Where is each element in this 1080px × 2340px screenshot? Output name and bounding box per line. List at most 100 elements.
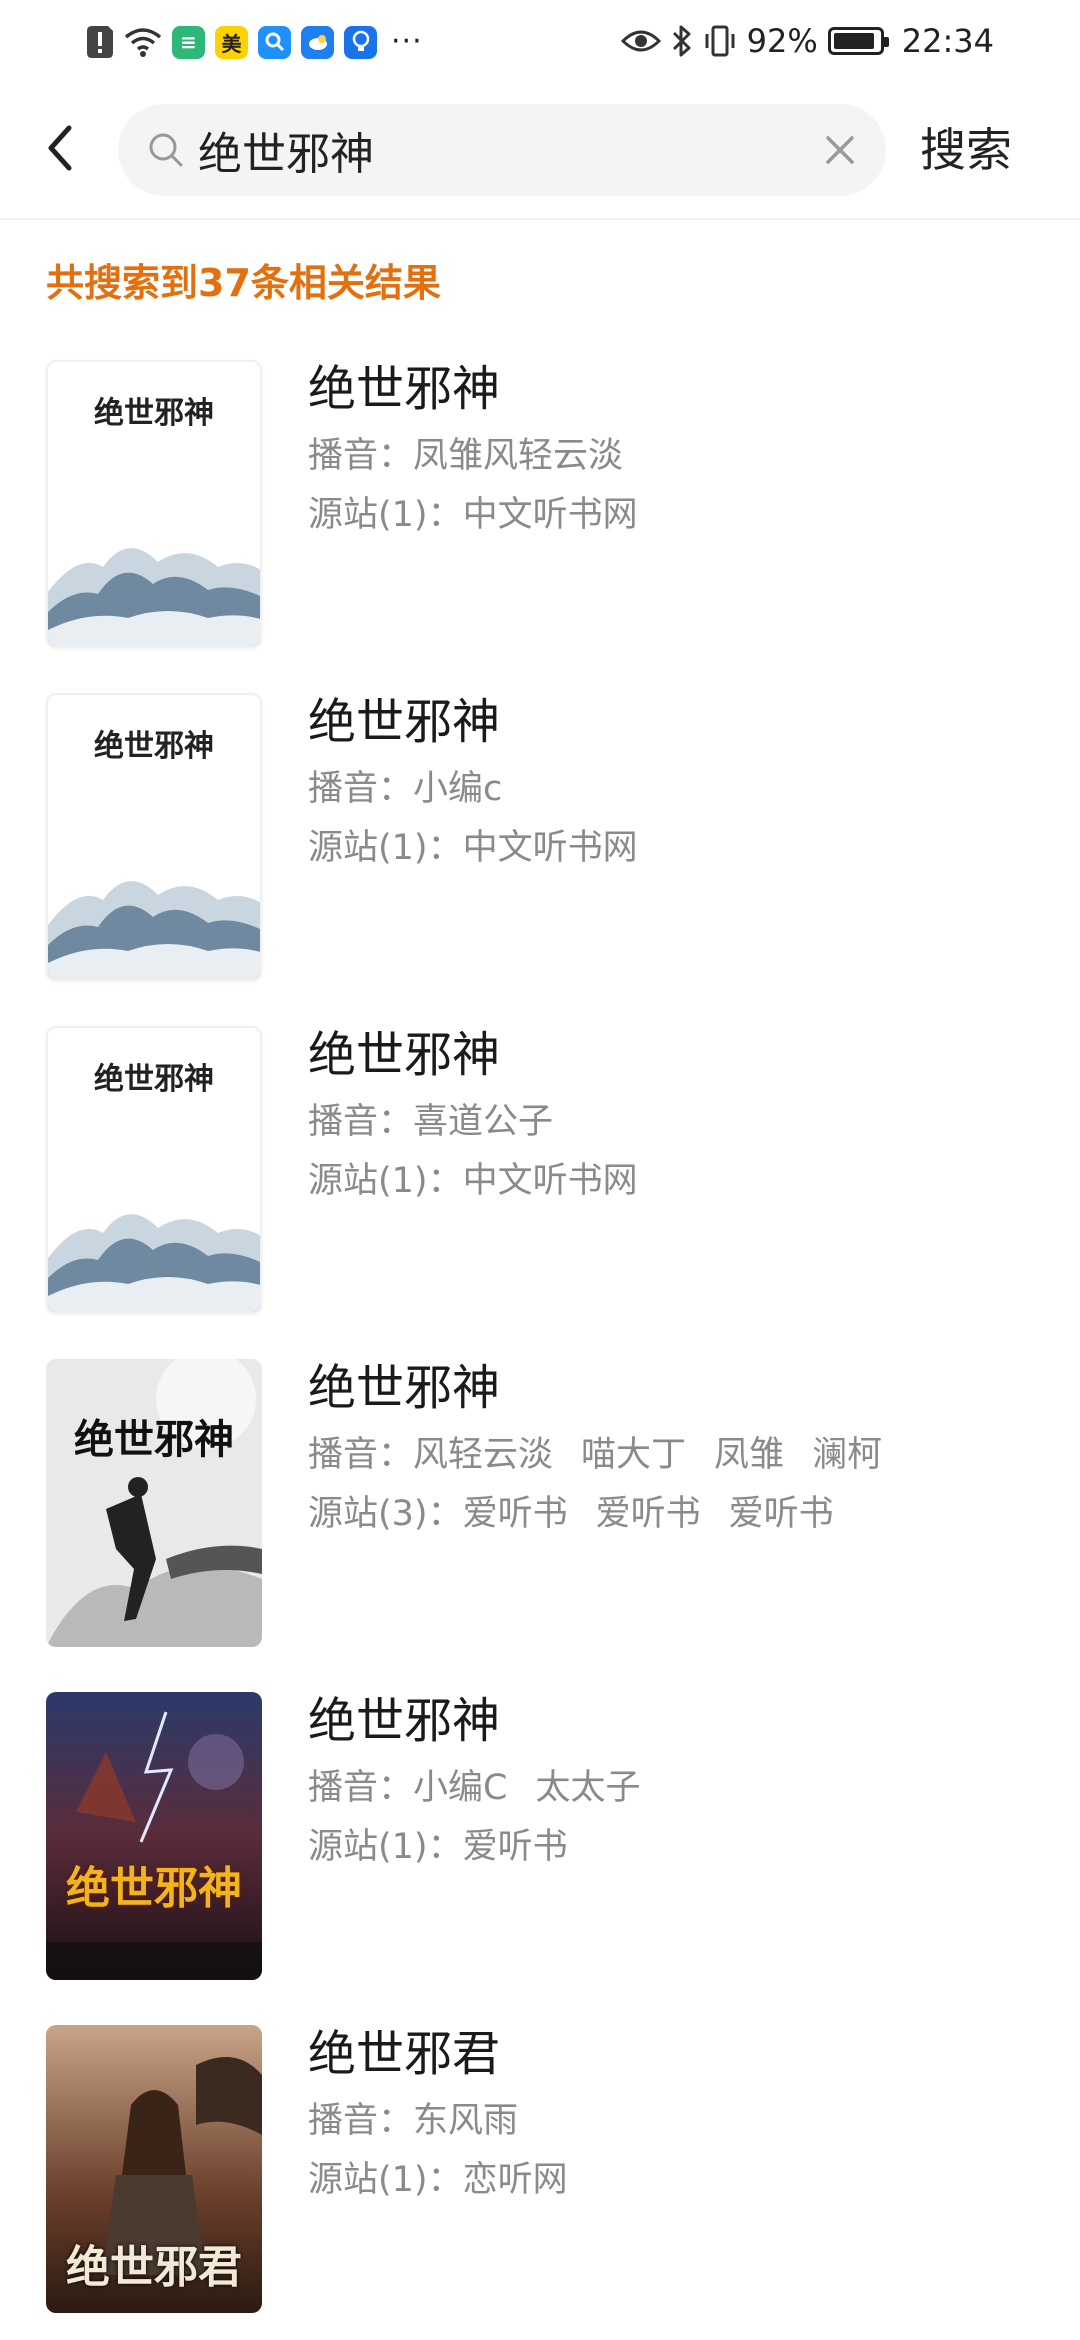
cover-title: 绝世邪神 (94, 729, 214, 764)
source-value: 中文听书网 (462, 828, 638, 868)
cover-title: 绝世邪神 (66, 1863, 242, 1914)
source-value: 爱听书 (595, 1494, 701, 1534)
narrator: 播音：凤雏风轻云淡 (308, 434, 1048, 479)
source-label: 源站(3)： (308, 1494, 463, 1534)
result-item[interactable]: 绝世邪神 绝世邪神 播音：风轻云淡 喵大丁 凤雏 澜柯 源站(3)：爱听书 爱听书 爱听书 (0, 1339, 1080, 1672)
narrator-value: 小编c (413, 769, 503, 809)
book-cover: 绝世邪神 (46, 1692, 262, 1980)
result-info: 绝世邪神 播音：喜道公子 源站(1)：中文听书网 (308, 1024, 1048, 1204)
alert-notification-icon (87, 26, 113, 58)
narrator-value: 喵大丁 (581, 1435, 687, 1475)
app-meituan-icon: 美 (215, 25, 248, 59)
more-notifications-icon: ··· (391, 24, 423, 59)
result-info: 绝世邪神 播音：凤雏风轻云淡 源站(1)：中文听书网 (308, 358, 1048, 538)
narrator: 播音：小编c (308, 767, 1048, 812)
result-info: 绝世邪神播音：小编C 太太子源站(1)：爱听书 (308, 1690, 1048, 1870)
battery-icon (827, 27, 889, 55)
result-item[interactable]: 绝世邪君 绝世邪君 播音：东风雨 源站(1)：恋听网 (0, 2005, 1080, 2338)
narrator: 播音：喜道公子 (308, 1100, 1048, 1145)
result-item[interactable]: 绝世邪神 绝世邪神 播音：小编c 源站(1)：中文听书网 (0, 673, 1080, 1006)
source-label: 源站(1)： (308, 1161, 463, 1201)
narrator-value: 太太子 (535, 1768, 641, 1808)
source-value: 中文听书网 (462, 495, 638, 535)
back-button[interactable] (30, 112, 90, 184)
app-green-icon: ≡ (172, 25, 205, 59)
book-cover: 绝世邪神 (46, 360, 262, 648)
cover-title: 绝世邪君 (66, 2242, 242, 2293)
system-indicators: 92% 22:34 (620, 18, 994, 64)
source: 源站(1)：中文听书网 (308, 1159, 1048, 1204)
narrator-label: 播音： (308, 1435, 414, 1475)
clear-icon[interactable] (820, 130, 860, 170)
narrator: 播音：风轻云淡 喵大丁 凤雏 澜柯 (308, 1433, 1048, 1478)
result-count: 共搜索到37条相关结果 (46, 261, 441, 305)
source: 源站(1)：恋听网 (308, 2158, 1048, 2203)
search-input[interactable] (198, 114, 798, 186)
source: 源站(1)：中文听书网 (308, 826, 1048, 871)
search-icon (149, 133, 183, 167)
bluetooth-icon (672, 25, 691, 57)
battery-percentage: 92% (746, 22, 818, 60)
narrator-value: 东风雨 (413, 2101, 519, 2141)
narrator-label: 播音： (308, 1768, 414, 1808)
result-list: 绝世邪神 绝世邪神 播音：凤雏风轻云淡 源站(1)：中文听书网 绝世邪神 绝世邪神 播音：小… (0, 340, 1080, 2338)
book-title: 绝世邪神 (308, 1360, 501, 1416)
result-info: 绝世邪神 播音：风轻云淡 喵大丁 凤雏 澜柯 源站(3)：爱听书 爱听书 爱听书 (308, 1357, 1048, 1537)
source-label: 源站(1)： (308, 2160, 463, 2200)
result-item[interactable]: 绝世邪神 绝世邪神 播音：凤雏风轻云淡 源站(1)：中文听书网 (0, 340, 1080, 673)
book-cover: 绝世邪君 (46, 2025, 262, 2313)
narrator-value: 风轻云淡 (413, 1435, 554, 1475)
book-cover: 绝世邪神 (46, 1359, 262, 1647)
eye-icon (620, 30, 661, 52)
book-title: 绝世邪神 (308, 1693, 501, 1749)
book-cover: 绝世邪神 (46, 693, 262, 981)
narrator: 播音：小编C 太太子 (308, 1766, 1048, 1811)
source-value: 中文听书网 (462, 1161, 638, 1201)
narrator-value: 凤雏风轻云淡 (413, 436, 624, 476)
result-item[interactable]: 绝世邪神 绝世邪神 播音：小编C 太太子 源站(1)：爱听书 (0, 1672, 1080, 2005)
cover-title: 绝世邪神 (94, 396, 214, 431)
narrator-label: 播音： (308, 769, 414, 809)
narrator-label: 播音： (308, 1102, 414, 1142)
result-info: 绝世邪君 播音：东风雨 源站(1)：恋听网 (308, 2023, 1048, 2203)
cover-title: 绝世邪神 (74, 1416, 234, 1463)
battery-fill (833, 33, 875, 49)
source-value: 爱听书 (462, 1494, 568, 1534)
source-value: 恋听网 (462, 2160, 568, 2200)
book-cover: 绝世邪神 (46, 1026, 262, 1314)
narrator-value: 凤雏 (714, 1435, 785, 1475)
source-value: 爱听书 (728, 1494, 834, 1534)
clock: 22:34 (901, 22, 994, 60)
narrator: 播音：东风雨 (308, 2099, 1048, 2144)
cover-title: 绝世邪神 (94, 1062, 214, 1097)
source-value: 爱听书 (462, 1827, 568, 1867)
app-bulb-icon (344, 25, 377, 59)
book-title: 绝世邪君 (308, 2026, 501, 2082)
book-title: 绝世邪神 (308, 361, 501, 417)
narrator-value: 澜柯 (812, 1435, 883, 1475)
source-label: 源站(1)： (308, 828, 463, 868)
book-title: 绝世邪神 (308, 1027, 501, 1083)
narrator-value: 喜道公子 (413, 1102, 554, 1142)
notification-icons: ≡ 美 ··· (86, 22, 423, 62)
vibrate-icon (705, 25, 735, 57)
source: 源站(1)：爱听书 (308, 1825, 1048, 1870)
source-label: 源站(1)： (308, 495, 463, 535)
search-box[interactable] (118, 104, 886, 196)
narrator-label: 播音： (308, 436, 414, 476)
result-info: 绝世邪神播音：小编c 源站(1)：中文听书网 (308, 691, 1048, 871)
narrator-value: 小编C (413, 1768, 508, 1808)
result-item[interactable]: 绝世邪神 绝世邪神 播音：喜道公子 源站(1)：中文听书网 (0, 1006, 1080, 1339)
status-bar: ≡ 美 ··· 92% 22:34 (0, 0, 1080, 82)
source-label: 源站(1)： (308, 1827, 463, 1867)
wifi-icon (124, 28, 162, 57)
search-header: 搜索 (0, 82, 1080, 220)
source: 源站(3)：爱听书 爱听书 爱听书 (308, 1492, 1048, 1537)
chevron-left-icon (48, 125, 72, 171)
search-button[interactable]: 搜索 (920, 110, 1012, 190)
app-search-icon (258, 25, 291, 59)
app-weather-icon (301, 25, 334, 59)
source: 源站(1)：中文听书网 (308, 493, 1048, 538)
narrator-label: 播音： (308, 2101, 414, 2141)
book-title: 绝世邪神 (308, 694, 501, 750)
